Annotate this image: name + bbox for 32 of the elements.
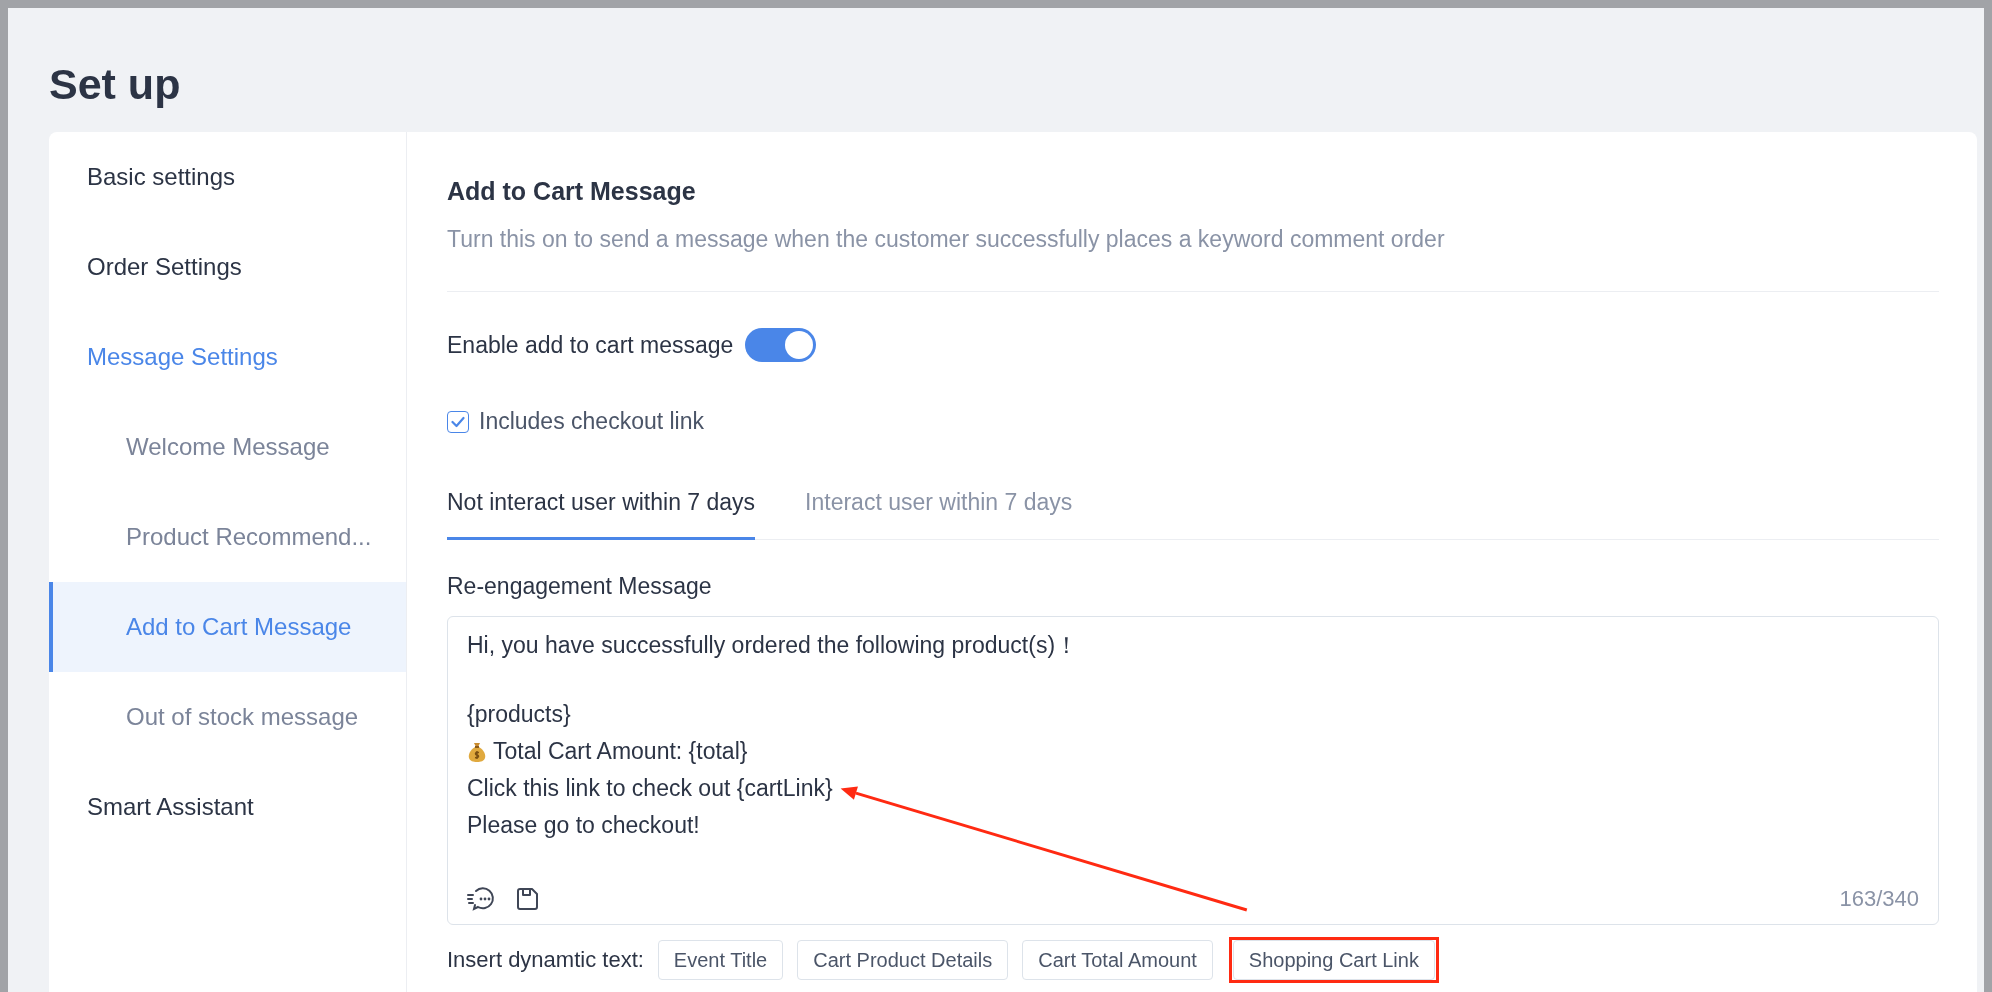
toggle-switch[interactable]	[745, 328, 817, 362]
insert-button[interactable]: Cart Total Amount	[1022, 940, 1213, 980]
message-line: Hi, you have successfully ordered the following product(s)！	[467, 631, 1079, 660]
field-label: Re-engagement Message	[447, 573, 713, 600]
section-title: Add to Cart Message	[447, 177, 696, 206]
sidebar-item[interactable]: Basic settings	[49, 132, 406, 222]
insert-button[interactable]: Event Title	[657, 940, 784, 980]
message-line: Total Cart Amount: {total}	[493, 737, 748, 766]
sidebar-item[interactable]: Order Settings	[49, 222, 406, 312]
message-line: Please go to checkout!	[467, 811, 700, 840]
message-field[interactable]: Hi, you have successfully ordered the following product(s)！ {products} Total Cart Amount: {total} Click this link to check out {cartLink} Please go to checkout! 163/340	[447, 616, 1939, 925]
insert-button[interactable]: Cart Product Details	[797, 940, 1009, 980]
checkbox[interactable]	[447, 410, 469, 433]
sidebar-item[interactable]: Smart Assistant	[49, 762, 406, 852]
toggle-label: Enable add to cart message	[447, 331, 734, 359]
page-title: Set up	[49, 60, 181, 110]
section-description: Turn this on to send a message when the customer successfully places a keyword comment order	[447, 226, 1445, 253]
checkmark-icon	[451, 415, 465, 428]
message-line: Click this link to check out {cartLink}	[467, 774, 833, 803]
insert-label: Insert dynamtic text:	[447, 947, 644, 973]
checkbox-label: Includes checkout link	[479, 408, 704, 435]
tab[interactable]: Not interact user within 7 days	[447, 485, 756, 540]
money-bag-icon	[467, 740, 487, 763]
sidebar-item[interactable]: Product Recommend...	[49, 492, 406, 582]
sidebar-item[interactable]: Welcome Message	[49, 402, 406, 492]
sidebar-item[interactable]: Message Settings	[49, 312, 406, 402]
character-counter: 163/340	[1839, 886, 1919, 912]
message-line: {products}	[467, 700, 571, 729]
sidebar-item[interactable]: Out of stock message	[49, 672, 406, 762]
insert-button[interactable]: Shopping Cart Link	[1232, 940, 1435, 980]
quick-reply-icon[interactable]	[467, 886, 497, 912]
save-icon[interactable]	[515, 887, 539, 911]
